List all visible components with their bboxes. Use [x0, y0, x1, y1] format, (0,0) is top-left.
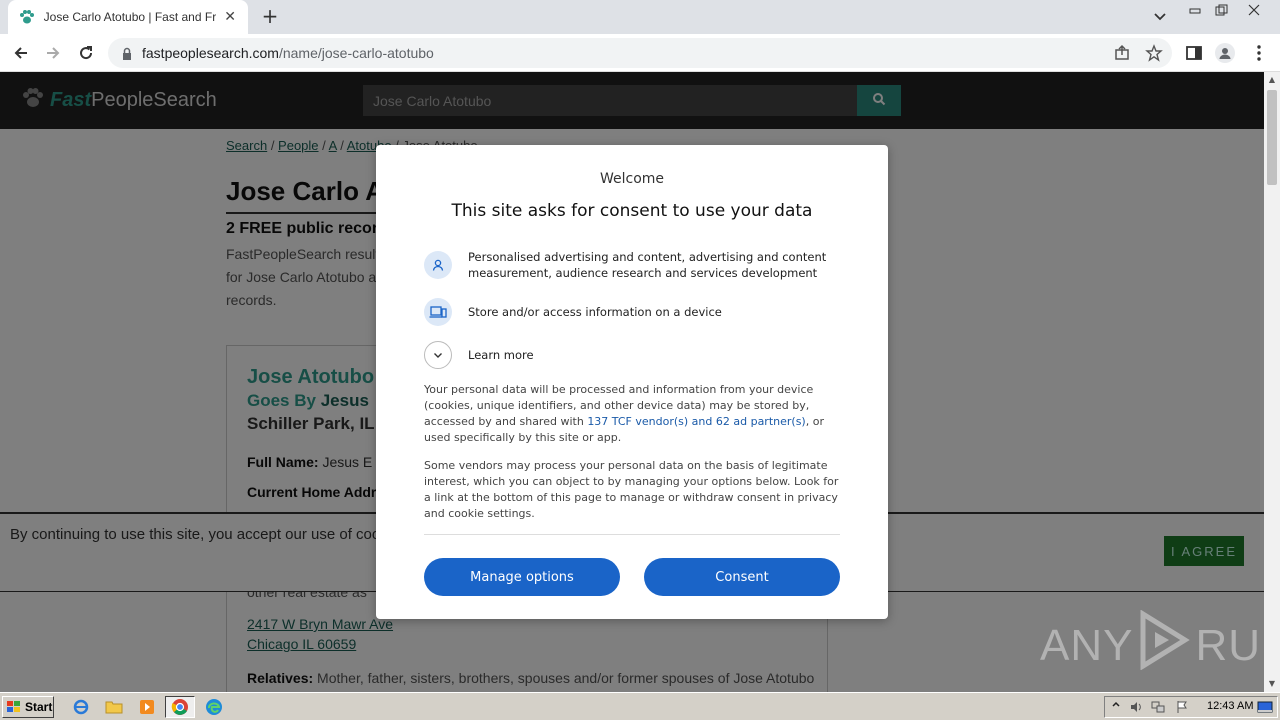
browser-toolbar: fastpeoplesearch.com/name/jose-carlo-ato…	[0, 34, 1280, 72]
show-desktop-icon[interactable]	[1257, 700, 1273, 714]
device-icon	[424, 298, 452, 326]
bookmark-star-icon[interactable]	[1144, 43, 1164, 63]
scroll-thumb[interactable]	[1267, 90, 1277, 185]
consent-paragraph-2: Some vendors may process your personal d…	[424, 459, 839, 520]
forward-arrow-icon[interactable]	[42, 42, 64, 64]
consent-button[interactable]: Consent	[644, 558, 840, 596]
system-tray: 12:43 AM	[1104, 696, 1278, 718]
address-bar[interactable]: fastpeoplesearch.com/name/jose-carlo-ato…	[108, 38, 1172, 68]
url-host: fastpeoplesearch.com	[142, 45, 279, 61]
restore-icon[interactable]	[1212, 4, 1230, 18]
tab-close-icon[interactable]: ✕	[222, 9, 238, 25]
windows-taskbar: Start 12:43 AM	[0, 692, 1280, 720]
consent-paragraph-1: Your personal data will be processed and…	[424, 382, 842, 446]
browser-tabstrip: Jose Carlo Atotubo | Fast and Free P ✕ +	[0, 0, 1280, 34]
purpose-personalised: Personalised advertising and content, ad…	[424, 249, 844, 281]
reload-icon[interactable]	[75, 42, 97, 64]
browser-tab-active[interactable]: Jose Carlo Atotubo | Fast and Free P ✕	[8, 0, 248, 34]
chrome-taskbar-icon[interactable]	[165, 696, 195, 718]
tray-expand-icon[interactable]	[1109, 700, 1123, 714]
consent-welcome: Welcome	[599, 171, 665, 187]
windows-logo-icon	[6, 700, 22, 714]
flag-icon[interactable]	[1175, 700, 1189, 714]
purpose-text: Store and/or access information on a dev…	[468, 305, 722, 319]
learn-more-toggle[interactable]: Learn more	[424, 341, 844, 369]
minimize-icon[interactable]	[1186, 4, 1204, 18]
back-arrow-icon[interactable]	[10, 42, 32, 64]
tab-search-chevron-icon[interactable]	[1150, 8, 1170, 26]
lock-icon[interactable]	[120, 46, 134, 60]
start-label: Start	[25, 700, 53, 714]
person-icon	[424, 251, 452, 279]
purpose-text: Personalised advertising and content, ad…	[468, 250, 827, 280]
url-path: /name/jose-carlo-atotubo	[278, 45, 434, 61]
edge-icon[interactable]	[203, 697, 225, 717]
vendors-link[interactable]: 137 TCF vendor(s) and 62 ad partner(s)	[587, 415, 805, 428]
profile-avatar-icon[interactable]	[1215, 43, 1235, 63]
watermark-right: RUN	[1195, 620, 1264, 670]
network-icon[interactable]	[1151, 700, 1165, 714]
manage-options-button[interactable]: Manage options	[424, 558, 620, 596]
chevron-down-icon[interactable]	[424, 341, 452, 369]
browser-menu-icon[interactable]	[1249, 43, 1269, 63]
side-panel-icon[interactable]	[1184, 43, 1204, 63]
paw-favicon-icon	[18, 9, 36, 25]
media-player-icon[interactable]	[136, 697, 158, 717]
window-close-icon[interactable]	[1245, 4, 1263, 18]
url-text: fastpeoplesearch.com/name/jose-carlo-ato…	[142, 45, 434, 61]
learn-more-label: Learn more	[468, 348, 534, 362]
start-button[interactable]: Start	[2, 696, 54, 718]
tab-title: Jose Carlo Atotubo | Fast and Free P	[43, 10, 217, 24]
consent-heading: This site asks for consent to use your d…	[451, 201, 813, 221]
folder-icon[interactable]	[103, 697, 125, 717]
page-scrollbar[interactable]: ▲ ▼	[1264, 72, 1280, 692]
scroll-down-icon[interactable]: ▼	[1264, 676, 1280, 692]
taskbar-clock: 12:43 AM	[1207, 700, 1254, 712]
consent-dialog: Welcome This site asks for consent to us…	[376, 145, 888, 619]
purpose-device: Store and/or access information on a dev…	[424, 298, 844, 326]
share-icon[interactable]	[1112, 43, 1132, 63]
scroll-up-icon[interactable]: ▲	[1264, 72, 1280, 88]
volume-icon[interactable]	[1129, 700, 1143, 714]
watermark-left: ANY	[1040, 620, 1134, 670]
consent-divider	[424, 534, 840, 535]
anyrun-watermark: ANY RUN	[1040, 609, 1264, 681]
ie-icon[interactable]	[70, 697, 92, 717]
new-tab-button[interactable]: +	[258, 5, 282, 29]
play-logo-icon	[1137, 609, 1191, 681]
